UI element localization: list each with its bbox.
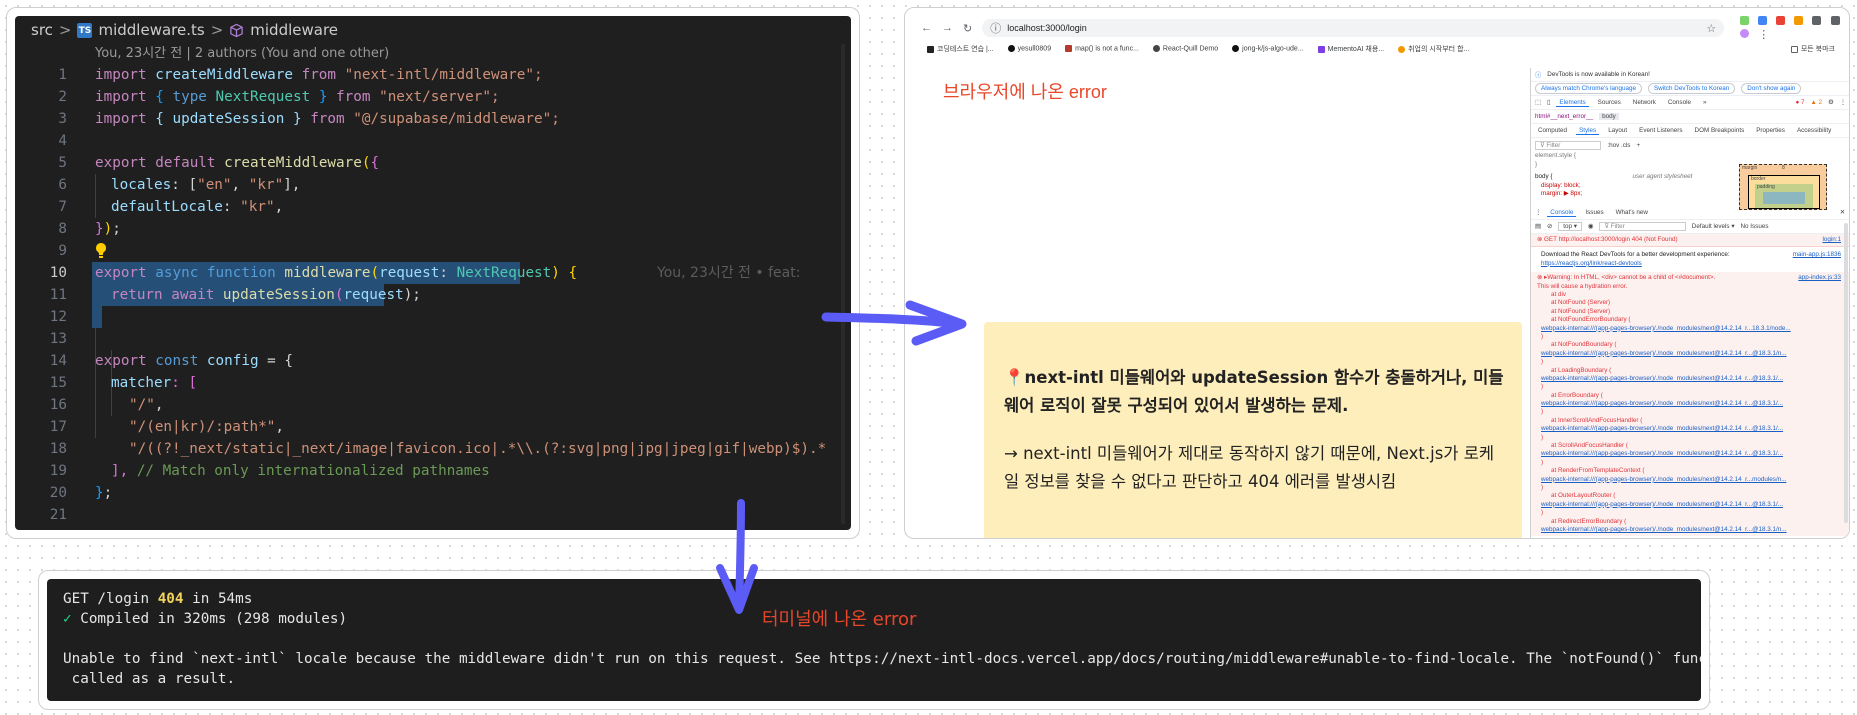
arrow-down-icon xyxy=(716,499,758,614)
arrow-right-icon xyxy=(821,300,967,346)
annotation-arrows xyxy=(716,300,967,614)
terminal-error-note: 터미널에 나온 error xyxy=(762,609,917,630)
